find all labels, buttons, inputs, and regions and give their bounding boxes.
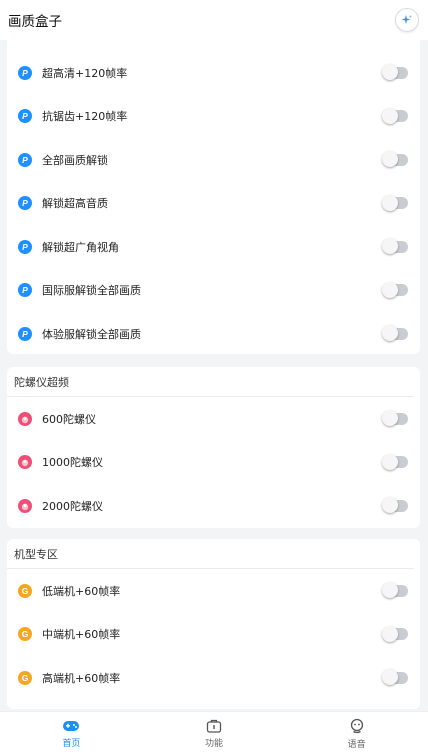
toggle-knob [382, 107, 398, 124]
orange-g-icon: G [18, 583, 32, 598]
toggle-knob [382, 151, 398, 168]
setting-label: 解锁超广角视角 [42, 240, 119, 254]
model-card: 机型专区 G 低端机+60帧率 G 中端机+60帧率 G 高端机+60帧率 [7, 539, 420, 709]
setting-label: 中端机+60帧率 [42, 628, 121, 642]
setting-label: 解锁超高音质 [42, 197, 108, 211]
setting-toggle[interactable] [382, 64, 408, 81]
setting-toggle[interactable] [382, 453, 408, 470]
toolbox-icon [206, 719, 222, 733]
svg-text:G: G [22, 629, 29, 639]
setting-toggle[interactable] [382, 410, 408, 427]
svg-text:P: P [22, 285, 28, 295]
bottom-tab-bar: 首页 功能 语音 [0, 711, 428, 755]
setting-row: G 中端机+60帧率 [7, 613, 420, 657]
setting-row: P 解锁超高音质 [7, 182, 420, 226]
svg-text:P: P [22, 111, 28, 121]
setting-label: 超高清+120帧率 [42, 66, 128, 80]
toggle-knob [382, 625, 398, 642]
setting-row: P 超高清+120帧率 [7, 51, 420, 95]
setting-label: 600陀螺仪 [42, 412, 96, 426]
setting-row: 2000陀螺仪 [7, 484, 420, 528]
setting-toggle[interactable] [382, 107, 408, 124]
blue-p-icon: P [18, 152, 32, 167]
model-section-title: 机型专区 [7, 539, 414, 569]
tab-features-label: 功能 [205, 738, 224, 749]
toggle-knob [382, 453, 398, 470]
home-gamepad-icon [63, 720, 80, 731]
gyro-card: 陀螺仪超频 600陀螺仪 1000陀螺仪 2000陀螺仪 [7, 367, 420, 528]
setting-toggle[interactable] [382, 238, 408, 255]
setting-row: P 体验服解锁全部画质 [7, 312, 420, 356]
pink-icon [18, 455, 32, 470]
setting-row: 1000陀螺仪 [7, 441, 420, 485]
toggle-knob [382, 669, 398, 686]
toggle-knob [382, 281, 398, 298]
toggle-knob [382, 238, 398, 255]
toggle-knob [382, 497, 398, 514]
blue-p-icon: P [18, 283, 32, 298]
svg-text:P: P [22, 329, 28, 339]
setting-toggle[interactable] [382, 669, 408, 686]
svg-text:P: P [22, 155, 28, 165]
toggle-knob [382, 64, 398, 81]
setting-label: 低端机+60帧率 [42, 584, 121, 598]
tab-home-label: 首页 [62, 738, 81, 749]
setting-label: 抗锯齿+120帧率 [42, 110, 128, 124]
setting-row: P 国际服解锁全部画质 [7, 269, 420, 313]
setting-toggle[interactable] [382, 151, 408, 168]
setting-label: 全部画质解锁 [42, 153, 108, 167]
app-title: 画质盒子 [8, 14, 62, 30]
svg-text:P: P [22, 242, 28, 252]
quality-card: P 超高清+120帧率 P 抗锯齿+120帧率 P 全部画质解锁 P 解锁超高音质 P 解锁超广角… [7, 40, 420, 354]
blue-p-icon: P [18, 239, 32, 254]
setting-row: P 全部画质解锁 [7, 138, 420, 182]
blue-p-icon: P [18, 109, 32, 124]
setting-toggle[interactable] [382, 625, 408, 642]
setting-label: 体验服解锁全部画质 [42, 327, 141, 341]
voice-robot-icon [350, 718, 363, 733]
setting-row: P 抗锯齿+120帧率 [7, 95, 420, 139]
toggle-knob [382, 410, 398, 427]
setting-toggle[interactable] [382, 194, 408, 211]
toggle-knob [382, 194, 398, 211]
setting-row: G 高端机+60帧率 [7, 656, 420, 700]
setting-label: 2000陀螺仪 [42, 499, 103, 513]
tab-features[interactable]: 功能 [143, 712, 286, 755]
setting-label: 高端机+60帧率 [42, 671, 121, 685]
svg-text:P: P [22, 198, 28, 208]
toggle-knob [382, 325, 398, 342]
tab-voice[interactable]: 语音 [285, 712, 428, 755]
sparkle-icon [401, 15, 412, 24]
main-content: P 超高清+120帧率 P 抗锯齿+120帧率 P 全部画质解锁 P 解锁超高音质 P 解锁超广角… [0, 40, 428, 710]
svg-text:G: G [22, 673, 29, 683]
svg-text:P: P [22, 68, 28, 78]
pink-icon [18, 411, 32, 426]
pink-icon [18, 498, 32, 513]
setting-label: 国际服解锁全部画质 [42, 284, 141, 298]
setting-toggle[interactable] [382, 325, 408, 342]
orange-g-icon: G [18, 670, 32, 685]
setting-row: 600陀螺仪 [7, 397, 420, 441]
gyro-section-title: 陀螺仪超频 [7, 367, 414, 397]
setting-row: G 低端机+60帧率 [7, 569, 420, 613]
svg-text:G: G [22, 586, 29, 596]
setting-row: P 解锁超广角视角 [7, 225, 420, 269]
sparkle-button[interactable] [395, 8, 419, 32]
blue-p-icon: P [18, 326, 32, 341]
orange-g-icon: G [18, 627, 32, 642]
setting-toggle[interactable] [382, 497, 408, 514]
blue-p-icon: P [18, 65, 32, 80]
setting-toggle[interactable] [382, 281, 408, 298]
toggle-knob [382, 582, 398, 599]
tab-voice-label: 语音 [347, 739, 366, 750]
app-header: 画质盒子 [0, 0, 428, 40]
setting-toggle[interactable] [382, 582, 408, 599]
tab-home[interactable]: 首页 [0, 712, 143, 755]
blue-p-icon: P [18, 196, 32, 211]
setting-label: 1000陀螺仪 [42, 456, 103, 470]
